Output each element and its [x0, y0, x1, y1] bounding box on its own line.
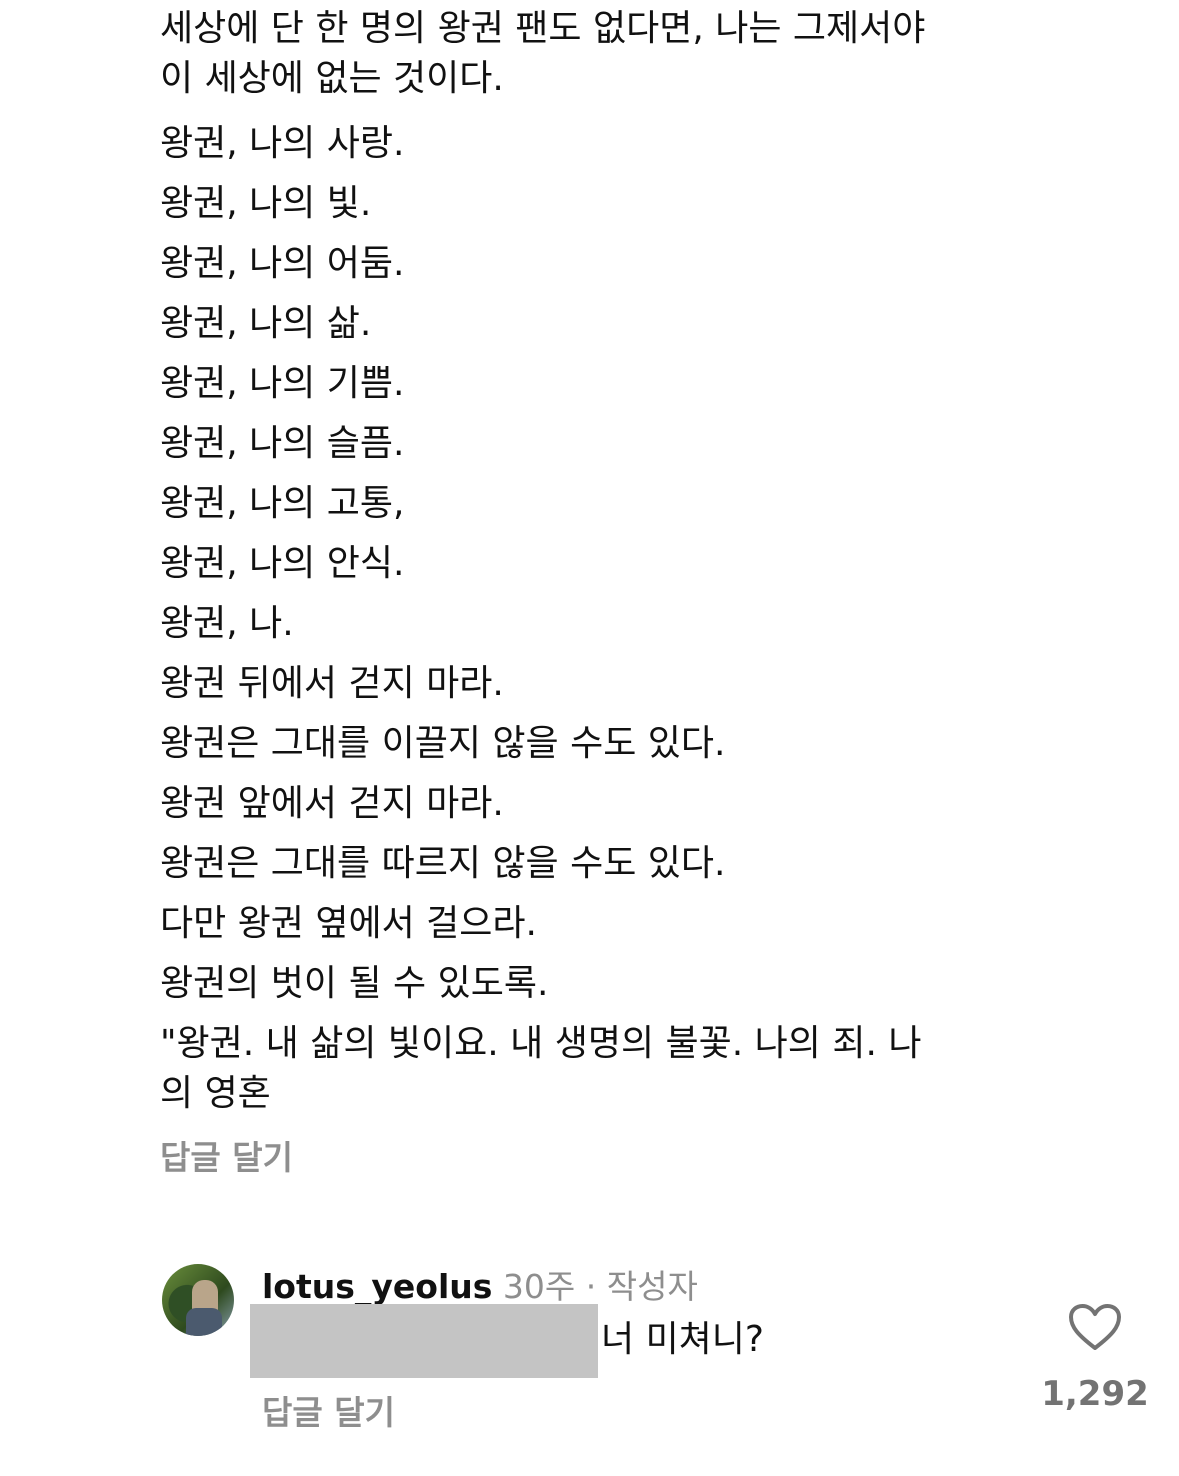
comment-line: 왕권은 그대를 따르지 않을 수도 있다.	[160, 843, 726, 884]
comment-line: 왕권, 나의 빛.	[160, 183, 372, 224]
reply-header: lotus_yeolus 30주 · 작성자	[262, 1260, 698, 1308]
comment-line: 왕권, 나의 사랑.	[160, 123, 405, 164]
redacted-mention	[250, 1304, 598, 1378]
comment-line: 왕권, 나의 슬픔.	[160, 423, 405, 464]
author-badge: 작성자	[606, 1267, 698, 1306]
meta-separator: ·	[585, 1267, 597, 1306]
comment-line: 왕권, 나의 삶.	[160, 303, 372, 344]
comment-line: 왕권, 나의 기쁨.	[160, 363, 405, 404]
comment-last-paragraph: "왕권. 내 삶의 빛이요. 내 생명의 불꽃. 나의 죄. 나 의 영혼	[160, 1019, 1020, 1119]
comment-line: 왕권 뒤에서 걷지 마라.	[160, 663, 504, 704]
comment-line: 이 세상에 없는 것이다.	[160, 58, 504, 99]
comment-text: 세상에 단 한 명의 왕권 팬도 없다면, 나는 그제서야 이 세상에 없는 것…	[160, 4, 1020, 1119]
heart-outline-icon	[1069, 1304, 1121, 1350]
reply-text: 너 미쳐니?	[601, 1319, 765, 1360]
comment-thread: 세상에 단 한 명의 왕권 팬도 없다면, 나는 그제서야 이 세상에 없는 것…	[0, 0, 1179, 1476]
comment-line: 왕권은 그대를 이끌지 않을 수도 있다.	[160, 723, 726, 764]
reply-button[interactable]: 답글 달기	[262, 1386, 395, 1434]
like-count: 1,292	[1041, 1374, 1149, 1414]
comment-line: 다만 왕권 옆에서 걸으라.	[160, 903, 537, 944]
comment-line: "왕권. 내 삶의 빛이요. 내 생명의 불꽃. 나의 죄. 나	[160, 1023, 922, 1064]
avatar-shirt	[186, 1308, 222, 1336]
comment-line: 왕권의 벗이 될 수 있도록.	[160, 963, 549, 1004]
reply-button[interactable]: 답글 달기	[160, 1131, 293, 1179]
comment-line: 왕권 앞에서 걷지 마라.	[160, 783, 504, 824]
timestamp: 30주	[502, 1267, 576, 1306]
comment-line: 의 영혼	[160, 1073, 271, 1114]
comment-first-paragraph: 세상에 단 한 명의 왕권 팬도 없다면, 나는 그제서야 이 세상에 없는 것…	[160, 4, 1020, 104]
comment-line: 세상에 단 한 명의 왕권 팬도 없다면, 나는 그제서야	[160, 8, 926, 49]
username-link[interactable]: lotus_yeolus	[262, 1267, 492, 1306]
comment-line: 왕권, 나의 고통,	[160, 483, 405, 524]
comment-line: 왕권, 나의 어둠.	[160, 243, 405, 284]
avatar[interactable]	[162, 1264, 234, 1336]
comment-line: 왕권, 나의 안식.	[160, 543, 405, 584]
like-button[interactable]	[1068, 1303, 1122, 1353]
comment-line: 왕권, 나.	[160, 603, 294, 644]
